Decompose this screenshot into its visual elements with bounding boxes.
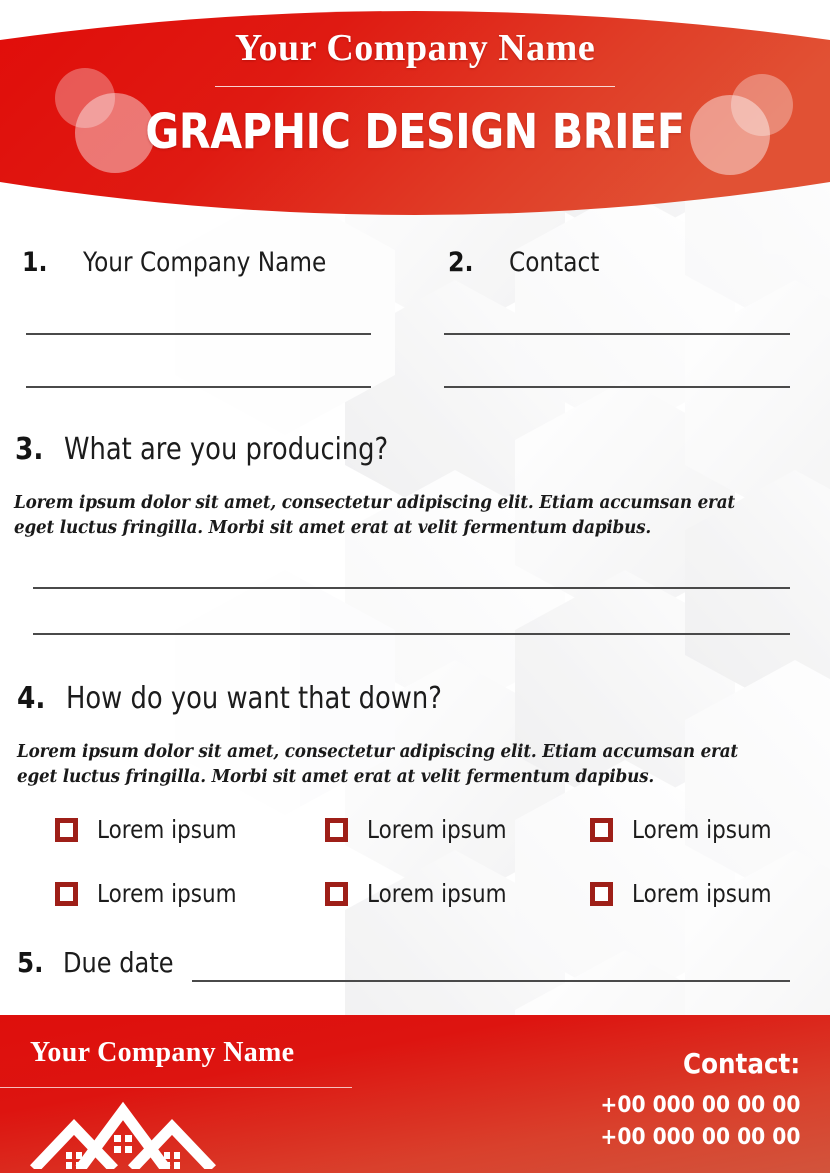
question-2-heading: 2. Contact (448, 247, 614, 278)
checkbox-icon[interactable] (55, 881, 78, 906)
question-4-heading: 4. How do you want that down? (17, 681, 503, 716)
footer-phone-1[interactable]: +00 000 00 00 00 (600, 1093, 800, 1118)
design-brief-page: Your Company Name GRAPHIC DESIGN BRIEF 1… (0, 0, 830, 1173)
question-2-label: Contact (508, 247, 599, 278)
checkbox-option-3[interactable]: Lorem ipsum (590, 815, 794, 844)
footer-contact-label: Contact: (682, 1047, 800, 1080)
question-2-line-2[interactable] (444, 386, 790, 388)
footer-company-name: Your Company Name (30, 1037, 295, 1068)
checkbox-option-1[interactable]: Lorem ipsum (55, 815, 259, 844)
question-3-line-1[interactable] (33, 587, 790, 589)
footer-banner: Your Company Name Contact: +00 000 00 00… (0, 1015, 830, 1173)
footer-divider (0, 1087, 352, 1088)
checkbox-icon[interactable] (590, 881, 613, 906)
question-1-label: Your Company Name (82, 247, 326, 278)
houses-roof-logo-icon (28, 1097, 218, 1173)
question-4-number: 4. (17, 681, 46, 716)
question-1-line-1[interactable] (26, 333, 371, 335)
checkbox-option-6[interactable]: Lorem ipsum (590, 879, 794, 908)
question-1-number: 1. (22, 247, 48, 278)
checkbox-option-2[interactable]: Lorem ipsum (325, 815, 529, 844)
footer-phone-2[interactable]: +00 000 00 00 00 (600, 1125, 800, 1150)
checkbox-option-5-label: Lorem ipsum (367, 879, 507, 908)
question-2-line-1[interactable] (444, 333, 790, 335)
question-4-body-text: Lorem ipsum dolor sit amet, consectetur … (17, 742, 738, 787)
checkbox-icon[interactable] (55, 817, 78, 842)
question-1-heading: 1. Your Company Name (22, 247, 365, 278)
question-1-line-2[interactable] (26, 386, 371, 388)
question-3-body-text: Lorem ipsum dolor sit amet, consectetur … (14, 493, 735, 538)
question-5-heading: 5. Due date (17, 946, 191, 979)
form-content: 1. Your Company Name 2. Contact 3. What … (0, 0, 830, 1173)
checkbox-option-1-label: Lorem ipsum (97, 815, 237, 844)
checkbox-icon[interactable] (590, 817, 613, 842)
question-5-line[interactable] (192, 980, 790, 982)
question-3-label: What are you producing? (63, 432, 388, 467)
checkbox-option-5[interactable]: Lorem ipsum (325, 879, 529, 908)
checkbox-option-2-label: Lorem ipsum (367, 815, 507, 844)
question-5-number: 5. (17, 946, 44, 979)
checkbox-option-4[interactable]: Lorem ipsum (55, 879, 259, 908)
question-2-number: 2. (448, 247, 474, 278)
question-5-label: Due date (62, 946, 174, 979)
question-4-label: How do you want that down? (65, 681, 442, 716)
question-3-line-2[interactable] (33, 633, 790, 635)
checkbox-option-6-label: Lorem ipsum (632, 879, 772, 908)
checkbox-option-3-label: Lorem ipsum (632, 815, 772, 844)
checkbox-icon[interactable] (325, 881, 348, 906)
question-3-number: 3. (15, 432, 44, 467)
checkbox-icon[interactable] (325, 817, 348, 842)
checkbox-option-4-label: Lorem ipsum (97, 879, 237, 908)
question-3-heading: 3. What are you producing? (15, 432, 441, 467)
